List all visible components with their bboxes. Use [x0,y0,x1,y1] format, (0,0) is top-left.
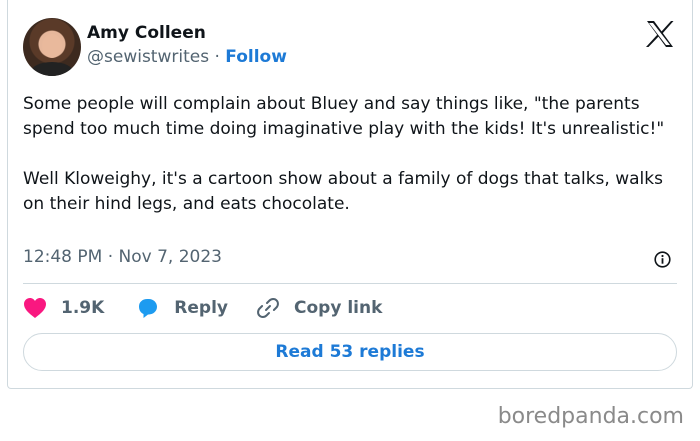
heart-icon [24,298,46,318]
avatar[interactable] [23,18,81,76]
tweet-timestamp[interactable]: 12:48 PM · Nov 7, 2023 [23,247,222,267]
link-icon [257,297,279,319]
copy-link-label: Copy link [294,298,383,318]
tweet-text: Some people will complain about Bluey an… [23,94,665,214]
x-logo-icon[interactable] [645,20,675,48]
avatar-face [42,34,62,58]
like-count: 1.9K [61,298,105,318]
speech-bubble-icon [139,299,158,318]
handle-separator: · [209,47,226,67]
follow-button[interactable]: Follow [225,47,287,67]
watermark-text: boredpanda.com [497,404,684,429]
author-handle[interactable]: @sewistwrites [87,47,209,67]
author-name[interactable]: Amy Colleen [87,23,206,43]
avatar-shirt [31,62,73,76]
reply-button[interactable]: Reply [136,296,228,320]
action-bar: 1.9K Reply Copy link [23,293,382,323]
like-button[interactable]: 1.9K [23,297,104,319]
divider [23,283,677,284]
handle-row: @sewistwrites · Follow [87,47,287,67]
copy-link-button[interactable]: Copy link [256,296,382,320]
read-replies-button[interactable]: Read 53 replies [23,333,677,371]
reply-label: Reply [174,298,228,318]
info-icon[interactable] [654,251,671,268]
